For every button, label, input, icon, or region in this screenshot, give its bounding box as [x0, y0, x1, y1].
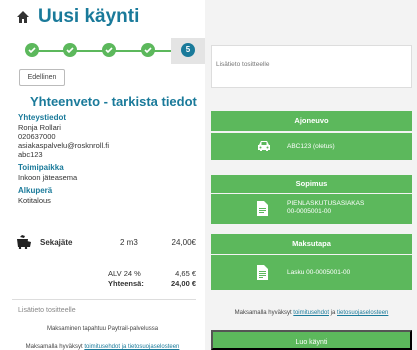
- vat-label: ALV 24 %: [108, 269, 141, 278]
- contract-value: PIENLASKUTUSASIAKAS 00-0005001-00: [287, 200, 364, 216]
- contact-phone: 020637000: [18, 132, 56, 141]
- payment-note: Maksaminen tapahtuu Paytrail-palvelussa: [46, 326, 159, 332]
- waste-quantity: 2 m3: [120, 238, 138, 247]
- waste-price: 24,00€: [171, 238, 196, 247]
- vat-value: 4,65 €: [175, 269, 196, 278]
- summary-title: Yhteenveto - tarkista tiedot: [30, 94, 197, 109]
- terms-link-right[interactable]: toimitusehdot: [293, 310, 329, 316]
- contract-heading: Sopimus: [211, 175, 412, 193]
- contract-line2: 00-0005001-00: [287, 208, 332, 215]
- location-heading: Toimipaikka: [18, 163, 64, 172]
- create-visit-button[interactable]: Luo käynti: [211, 330, 412, 350]
- options-panel: Lisätieto tositteelle Ajoneuvo ABC123 (o…: [205, 0, 417, 350]
- check-icon: [66, 47, 74, 54]
- step-1-done[interactable]: [25, 43, 39, 57]
- waste-name: Sekajäte: [40, 238, 73, 247]
- payment-heading: Maksutapa: [211, 234, 412, 254]
- step-4-done[interactable]: [141, 43, 155, 57]
- contract-line1: PIENLASKUTUSASIAKAS: [287, 200, 365, 207]
- trash-icon: [17, 235, 31, 249]
- origin-value: Kotitalous: [18, 196, 51, 205]
- waste-row: Sekajäte 2 m3 24,00€: [16, 235, 196, 249]
- terms-link[interactable]: toimitusehdot ja tietosuojaselosteen: [84, 344, 179, 350]
- accept-mid: ja: [328, 310, 337, 316]
- contract-button[interactable]: PIENLASKUTUSASIAKAS 00-0005001-00: [211, 194, 412, 224]
- home-icon[interactable]: [16, 10, 30, 24]
- page-title: Uusi käynti: [38, 6, 140, 27]
- check-icon: [144, 47, 152, 54]
- vehicle-heading: Ajoneuvo: [211, 111, 412, 131]
- privacy-link-right[interactable]: tietosuojaselosteen: [337, 310, 388, 316]
- page-header: Uusi käynti: [16, 6, 139, 28]
- origin-heading: Alkuperä: [18, 186, 53, 195]
- location-value: Inkoon jäteasema: [18, 173, 78, 182]
- payment-value: Lasku 00-0005001-00: [287, 269, 351, 276]
- contact-heading: Yhteystiedot: [18, 113, 67, 122]
- summary-panel: Uusi käynti 5 Edellinen Yhteenveto - tar…: [0, 0, 205, 350]
- accept-prefix-right: Maksamalla hyväksyt: [234, 310, 294, 316]
- back-button[interactable]: Edellinen: [19, 69, 65, 86]
- car-icon: [258, 141, 270, 151]
- check-icon: [28, 47, 36, 54]
- step-3-done[interactable]: [102, 43, 116, 57]
- accept-prefix: Maksamalla hyväksyt: [25, 344, 85, 350]
- vehicle-value: ABC123 (oletus): [287, 143, 335, 150]
- total-label: Yhteensä:: [108, 279, 144, 288]
- contact-email: asiakaspalvelu@rosknroll.fi: [18, 141, 109, 150]
- contact-code: abc123: [18, 150, 43, 159]
- notes-input[interactable]: Lisätieto tositteelle: [211, 45, 412, 88]
- accept-terms-note: Maksamalla hyväksyt toimitusehdot ja tie…: [0, 344, 205, 350]
- notes-label: Lisätieto tositteelle: [18, 307, 76, 314]
- progress-steps: 5: [0, 38, 205, 64]
- divider: [12, 299, 196, 300]
- payment-button[interactable]: Lasku 00-0005001-00: [211, 255, 412, 290]
- vehicle-button[interactable]: ABC123 (oletus): [211, 133, 412, 160]
- contact-name: Ronja Rollari: [18, 123, 61, 132]
- step-2-done[interactable]: [63, 43, 77, 57]
- notes-placeholder: Lisätieto tositteelle: [216, 61, 270, 68]
- accept-terms-note-right: Maksamalla hyväksyt toimitusehdot ja tie…: [211, 310, 412, 316]
- invoice-icon: [257, 265, 268, 280]
- check-icon: [105, 47, 113, 54]
- document-icon: [257, 201, 268, 216]
- total-value: 24,00 €: [170, 279, 196, 288]
- step-5-current[interactable]: 5: [181, 43, 195, 57]
